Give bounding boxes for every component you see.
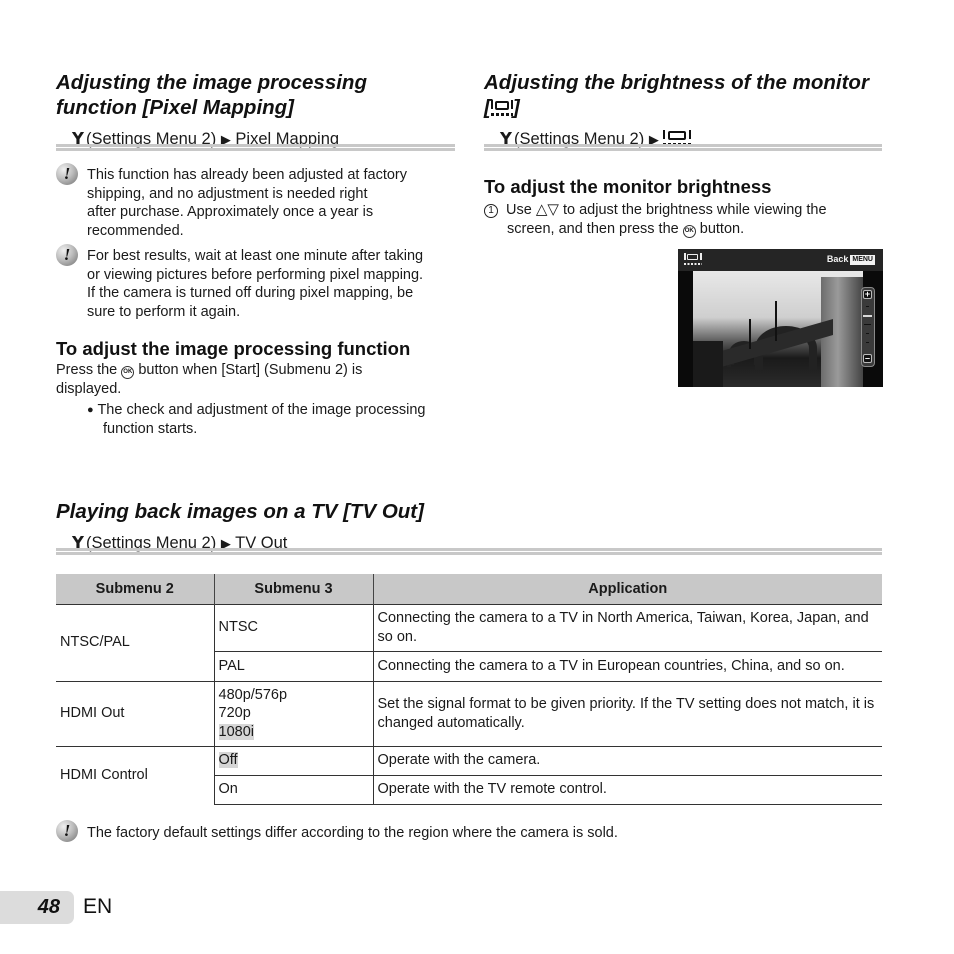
submenu3-cell: 480p/576p 720p 1080i (213, 680, 373, 746)
column-header: Submenu 3 (213, 574, 373, 604)
note-line: This function has already been adjusted … (87, 167, 407, 183)
monitor-step-1: 1 Use △▽ to adjust the brightness while … (484, 201, 884, 238)
slider-tick (864, 324, 871, 325)
note-text: For best results, wait at least one minu… (87, 247, 467, 321)
instruction-line-1: Press the OK button when [Start] (Submen… (56, 361, 456, 380)
up-down-arrows-icon: △▽ (535, 201, 559, 218)
bullet-text: function starts. (103, 420, 198, 437)
step-text: screen, and then press the (507, 220, 679, 237)
bullet-text: The check and adjustment of the image pr… (97, 402, 426, 418)
application-cell: Connecting the camera to a TV in Europea… (372, 650, 882, 681)
pixel-mapping-subheading: To adjust the image processing function (56, 338, 411, 359)
ok-button-icon: OK (682, 224, 696, 238)
riverbank (693, 341, 723, 387)
step-line-1: 1 Use △▽ to adjust the brightness while … (484, 201, 884, 220)
language-label: EN (83, 895, 113, 918)
step-number: 1 (484, 204, 498, 218)
application-cell: Set the signal format to be given priori… (372, 680, 882, 746)
application-cell: Connecting the camera to a TV in North A… (372, 603, 882, 651)
step-text: Use (506, 202, 532, 218)
tv-out-table: Submenu 2 Submenu 3 Application NTSC/PAL… (56, 574, 882, 805)
instruction-line-2: displayed. (56, 380, 122, 397)
minus-icon[interactable]: – (863, 354, 872, 363)
bridge-photo (693, 271, 863, 387)
monitor-title: Adjusting the brightness of the monitor … (484, 70, 904, 120)
step-text: button. (699, 220, 745, 237)
option: 480p/576p (218, 686, 288, 703)
tv-out-title: Playing back images on a TV [TV Out] (56, 500, 424, 523)
application-cell: Operate with the camera. (372, 745, 882, 775)
back-label: Back (826, 254, 849, 264)
submenu3-cell: On (213, 774, 373, 805)
footnote-text: The factory default settings differ acco… (87, 825, 618, 841)
title-line-2: function [Pixel Mapping] (56, 96, 295, 119)
submenu3-cell: NTSC (213, 603, 373, 651)
note-line: or viewing pictures before performing pi… (87, 266, 424, 283)
step-line-2: screen, and then press the OK button. (484, 220, 884, 239)
note-line: sure to perform it again. (87, 303, 241, 320)
instruction-text: button when [Start] (Submenu 2) is (138, 362, 363, 378)
slider-tick (866, 306, 869, 307)
section-rule (56, 548, 882, 555)
monitor-brightness-icon (490, 99, 513, 117)
note-line: For best results, wait at least one minu… (87, 248, 424, 264)
table-row: HDMI Control Off Operate with the camera… (56, 745, 882, 804)
ok-button-icon: OK (121, 366, 135, 379)
bracket: [ (484, 96, 491, 119)
lamp-post (775, 301, 777, 341)
slider-tick (866, 342, 869, 343)
default-option: Off (218, 752, 238, 769)
note-line: shipping, and no adjustment is needed ri… (87, 185, 368, 202)
application-cell: Operate with the TV remote control. (372, 774, 882, 805)
monitor-subheading: To adjust the monitor brightness (484, 176, 772, 197)
table-row: HDMI Out 480p/576p 720p 1080i Set the si… (56, 680, 882, 746)
plus-icon[interactable]: + (863, 290, 872, 299)
slider-knob[interactable] (863, 315, 872, 317)
note-line: If the camera is turned off during pixel… (87, 285, 414, 301)
title-line-2: [] (484, 95, 904, 120)
brightness-slider[interactable]: + – (861, 287, 875, 367)
column-header: Submenu 2 (56, 574, 214, 604)
column-header: Application (372, 574, 882, 604)
step-text: to adjust the brightness while viewing t… (562, 202, 827, 218)
table-row: NTSC/PAL NTSC Connecting the camera to a… (56, 603, 882, 681)
submenu3-cell: PAL (213, 650, 373, 681)
submenu2-cell: NTSC/PAL (56, 603, 214, 681)
section-rule (56, 144, 455, 151)
pixel-mapping-instruction: Press the OK button when [Start] (Submen… (56, 361, 456, 398)
pixel-mapping-title: Adjusting the image processing function … (56, 70, 456, 120)
caution-icon: ! (56, 820, 78, 842)
caution-icon: ! (56, 244, 78, 266)
submenu2-cell: HDMI Control (56, 745, 214, 804)
page-number: 48 (37, 896, 60, 918)
footnote: ! The factory default settings differ ac… (56, 820, 756, 844)
submenu3-cell: Off (213, 745, 373, 775)
pixel-mapping-bullet: ● The check and adjustment of the image … (87, 401, 467, 438)
back-button[interactable]: Back MENU (827, 254, 875, 265)
title-line-1: Adjusting the brightness of the monitor (484, 71, 869, 94)
monitor-brightness-icon (684, 253, 702, 265)
page-number-tab: 48 (0, 891, 74, 924)
note-line: after purchase. Approximately once a yea… (87, 204, 374, 220)
option: 720p (218, 705, 251, 722)
table-header-row: Submenu 2 Submenu 3 Application (56, 574, 882, 604)
lamp-post (749, 319, 751, 349)
note-text: This function has already been adjusted … (87, 166, 467, 240)
submenu2-cell: HDMI Out (56, 680, 214, 746)
bracket: ] (512, 96, 520, 119)
caution-icon: ! (56, 163, 78, 185)
instruction-text: Press the (56, 362, 118, 378)
bullet-icon: ● (87, 404, 94, 416)
section-rule (484, 144, 882, 151)
title-line-1: Adjusting the image processing (56, 71, 367, 94)
menu-button-icon: MENU (850, 255, 875, 265)
slider-tick (866, 333, 869, 334)
camera-screen-illustration: Back MENU + – (678, 249, 883, 387)
note-line: recommended. (87, 222, 184, 239)
screen-top-bar: Back MENU (678, 249, 883, 271)
default-option: 1080i (218, 723, 254, 740)
